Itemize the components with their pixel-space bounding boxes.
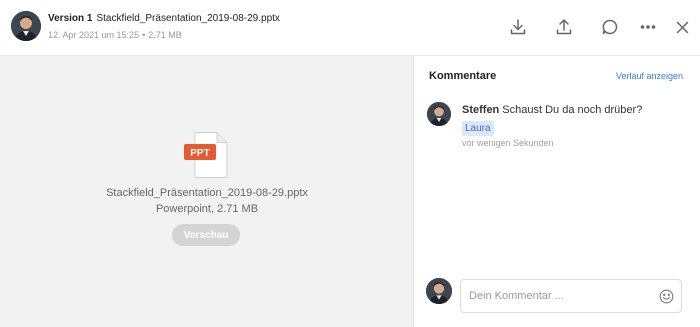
upload-button[interactable] [551,14,577,40]
download-icon [510,19,526,35]
file-preview-pane: PPT Stackfield_Präsentation_2019-08-29.p… [0,56,414,327]
current-user-avatar [426,278,452,304]
comment-input-box [460,279,682,313]
comment-timestamp: vor wenigen Sekunden [462,138,554,148]
comment-author: Steffen [462,104,500,116]
comments-panel: Kommentare Verlauf anzeigen Steffen Schau… [414,56,700,327]
meta-separator: • [142,30,146,40]
comments-title: Kommentare [429,70,497,82]
file-meta: 12. Apr 2021 um 15:25 • 2.71 MB [48,30,182,40]
more-dots-icon [640,25,656,29]
preview-file-type: Powerpoint, 2.71 MB [155,203,259,215]
upload-date: 12. Apr 2021 um 15:25 [48,30,140,40]
download-button[interactable] [505,14,531,40]
comment-text: Schaust Du da noch drüber? [502,104,643,116]
file-size: 2.71 MB [148,30,182,40]
comment-bubble-icon [602,19,618,35]
header-file-name: Stackfield_Präsentation_2019-08-29.pptx [96,13,280,24]
preview-file-name: Stackfield_Präsentation_2019-08-29.pptx [106,187,308,199]
file-header: Version 1 Stackfield_Präsentation_2019-08… [0,0,700,56]
preview-button[interactable]: Vorschau [172,224,240,246]
version-label: Version 1 [48,13,93,24]
upload-icon [556,19,572,35]
show-history-link[interactable]: Verlauf anzeigen [616,71,683,81]
comment-author-avatar [427,102,451,126]
comment-mention[interactable]: Laura [462,121,494,136]
more-options-button[interactable] [635,14,661,40]
ppt-file-icon: PPT [184,132,228,178]
smiley-icon[interactable] [659,289,674,304]
comment-button[interactable] [597,14,623,40]
comment-body: Steffen Schaust Du da noch drüber? [462,104,642,116]
close-button[interactable] [669,14,695,40]
ppt-badge-label: PPT [190,148,209,159]
file-title: Version 1 Stackfield_Präsentation_2019-08… [48,13,280,24]
close-icon [676,21,688,33]
comment-input[interactable] [461,280,651,312]
user-avatar [11,11,41,41]
